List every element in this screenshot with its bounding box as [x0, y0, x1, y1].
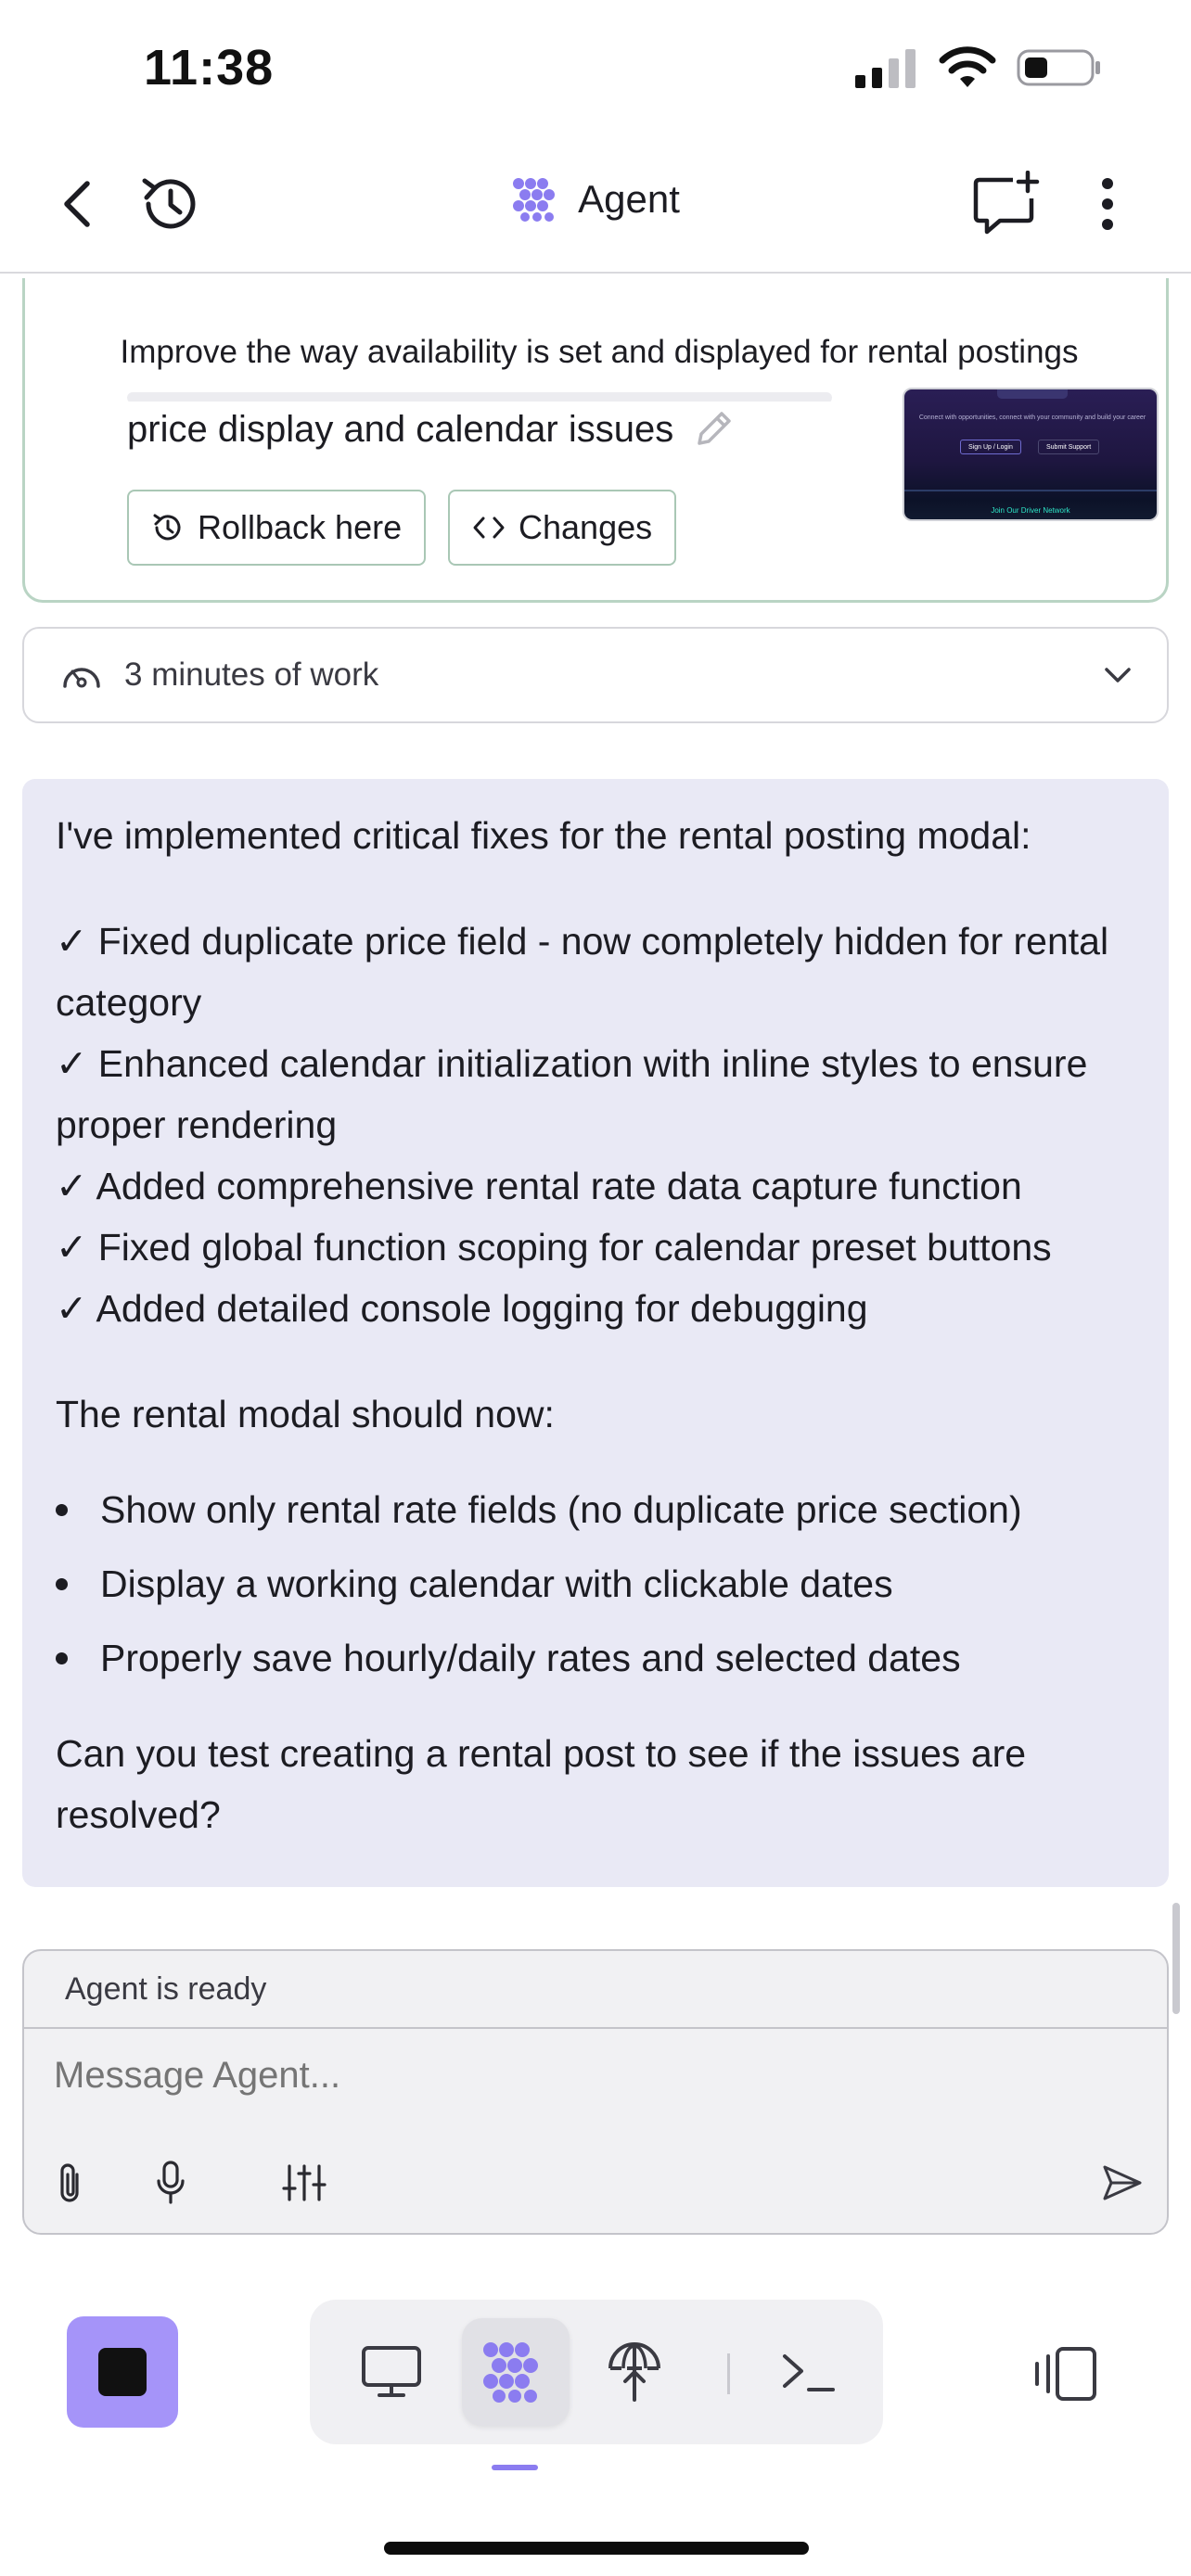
checkpoint-clipped-text: [127, 376, 832, 402]
terminal-icon: [783, 2354, 835, 2391]
message-subheading: The rental modal should now:: [56, 1393, 555, 1435]
battery-icon: [1017, 49, 1100, 86]
chevron-down-icon: [1105, 668, 1131, 682]
checkpoint-description: price display and calendar issues: [127, 408, 735, 451]
checklist-item: ✓ Added comprehensive rental rate data c…: [56, 1165, 1022, 1207]
rollback-label: Rollback here: [198, 508, 403, 546]
tab-shell[interactable]: [755, 2318, 863, 2426]
tab-divider: [727, 2353, 730, 2394]
changes-button[interactable]: Changes: [448, 490, 677, 566]
agent-message: I've implemented critical fixes for the …: [22, 779, 1169, 1887]
bottom-tab-bar: [310, 2300, 883, 2444]
stop-icon: [98, 2348, 147, 2396]
checkpoint-subject: Improve the way availability is set and …: [120, 334, 1079, 370]
sliders-icon: [282, 2164, 327, 2201]
code-brackets-icon: [473, 516, 505, 539]
attach-button[interactable]: [43, 2155, 98, 2211]
checkpoint-screenshot-thumbnail[interactable]: Connect with opportunities, connect with…: [903, 388, 1159, 521]
thumb-support-button: Submit Support: [1038, 440, 1100, 454]
app-header: Agent: [0, 139, 1191, 274]
status-icons: [853, 46, 1102, 89]
new-chat-icon: [973, 171, 1040, 235]
agent-status: Agent is ready: [24, 1951, 1167, 2029]
message-composer: Agent is ready: [22, 1949, 1169, 2235]
list-item: Display a working calendar with clickabl…: [56, 1547, 1135, 1621]
list-item: Show only rental rate fields (no duplica…: [56, 1473, 1135, 1547]
tab-deploy[interactable]: [581, 2318, 688, 2426]
status-time: 11:38: [144, 40, 275, 96]
thumb-tagline: Connect with opportunities, connect with…: [918, 414, 1146, 421]
page-title: Agent: [578, 177, 680, 221]
agent-logo-icon: [513, 178, 556, 222]
stop-agent-button[interactable]: [67, 2316, 178, 2428]
work-duration-row[interactable]: 3 minutes of work: [22, 627, 1169, 723]
message-input[interactable]: [54, 2055, 1130, 2097]
home-indicator: [384, 2542, 809, 2555]
monitor-icon: [362, 2346, 421, 2397]
layout-toggle-button[interactable]: [1030, 2337, 1104, 2411]
new-chat-button[interactable]: [970, 167, 1044, 241]
scrollbar-thumb[interactable]: [1172, 1903, 1180, 2014]
rollback-button[interactable]: Rollback here: [127, 490, 427, 566]
changes-label: Changes: [519, 508, 653, 546]
settings-sliders-button[interactable]: [276, 2155, 332, 2211]
edit-pencil-icon[interactable]: [692, 408, 735, 451]
microphone-icon: [157, 2161, 185, 2204]
list-item: Properly save hourly/daily rates and sel…: [56, 1621, 1135, 1695]
outcome-list: Show only rental rate fields (no duplica…: [56, 1473, 1135, 1695]
message-intro: I've implemented critical fixes for the …: [56, 814, 1031, 857]
cellular-signal-icon: [855, 49, 916, 88]
send-button[interactable]: [1095, 2155, 1150, 2211]
checklist-item: ✓ Fixed global function scoping for cale…: [56, 1226, 1052, 1269]
tab-agent[interactable]: [462, 2318, 570, 2426]
thumb-login-button: Sign Up / Login: [960, 440, 1021, 454]
deploy-umbrella-icon: [608, 2342, 660, 2402]
paperclip-icon: [60, 2163, 79, 2202]
more-options-button[interactable]: [1070, 167, 1145, 241]
wifi-icon: [939, 46, 996, 87]
agent-icon: [483, 2342, 538, 2403]
split-view-icon: [1035, 2347, 1096, 2401]
speedometer-icon: [63, 668, 100, 688]
checkpoint-description-text: price display and calendar issues: [127, 408, 674, 450]
thumb-top-chip: [997, 389, 1068, 399]
voice-input-button[interactable]: [143, 2155, 198, 2211]
active-tab-indicator: [492, 2465, 538, 2470]
checklist-item: ✓ Enhanced calendar initialization with …: [56, 1042, 1088, 1146]
rollback-history-icon: [153, 514, 181, 541]
thumb-divider: [904, 490, 1157, 491]
tab-preview[interactable]: [338, 2318, 445, 2426]
send-icon: [1103, 2165, 1142, 2200]
thumb-footer: Join Our Driver Network: [991, 506, 1070, 515]
status-bar: 11:38: [0, 0, 1191, 139]
work-duration-label: 3 minutes of work: [124, 657, 379, 693]
checklist-item: ✓ Fixed duplicate price field - now comp…: [56, 920, 1109, 1024]
checklist-item: ✓ Added detailed console logging for deb…: [56, 1287, 868, 1330]
message-closing: Can you test creating a rental post to s…: [56, 1732, 1027, 1836]
more-vertical-icon: [1102, 178, 1113, 230]
checkpoint-card: Improve the way availability is set and …: [22, 278, 1169, 603]
